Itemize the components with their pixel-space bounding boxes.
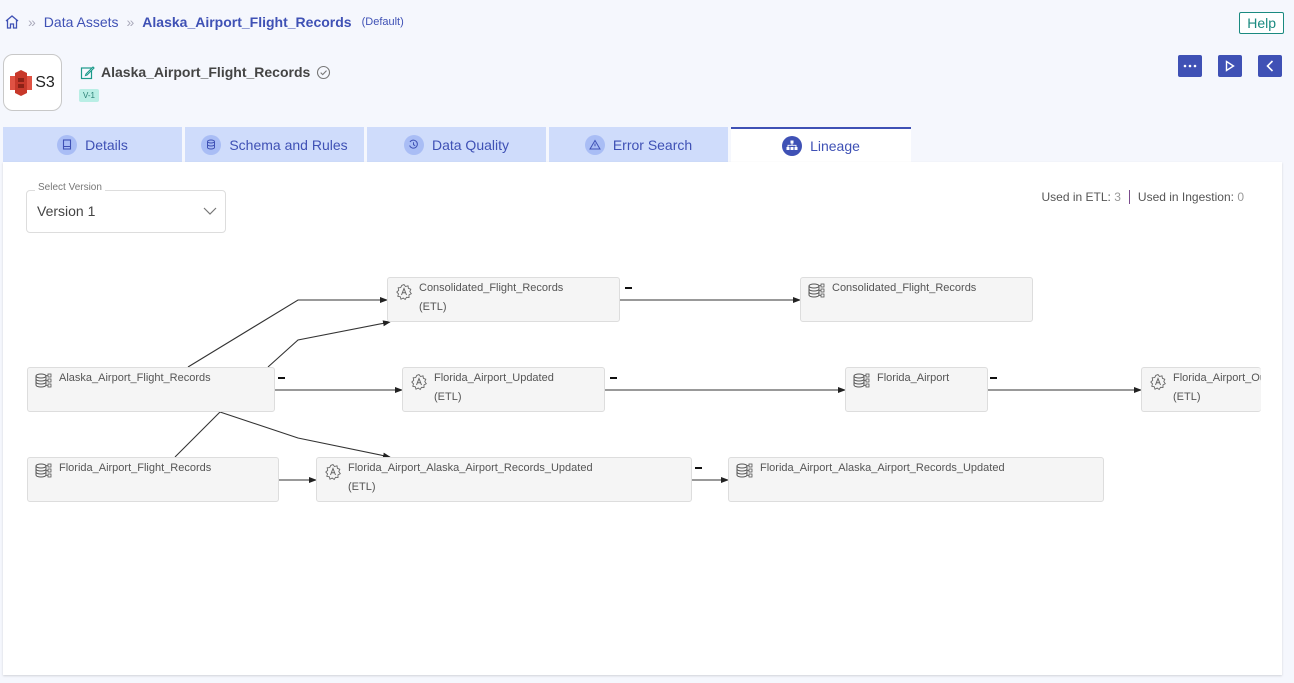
etl-gear-icon — [1149, 373, 1167, 394]
node-type: (ETL) — [1173, 391, 1201, 403]
etl-gear-icon — [395, 283, 413, 304]
verified-check-icon — [317, 65, 331, 79]
breadcrumb: » Data Assets » Alaska_Airport_Flight_Re… — [4, 11, 404, 33]
version-select-value: Version 1 — [37, 203, 96, 219]
tab-bar: Details Schema and Rules Data Quality Er… — [3, 127, 914, 162]
node-type: (ETL) — [348, 481, 376, 493]
tab-label: Details — [85, 136, 128, 153]
port-marker — [695, 467, 702, 469]
port-marker — [990, 377, 997, 379]
port-marker — [625, 287, 632, 289]
asset-logo: S3 — [3, 54, 62, 111]
lineage-panel: Alaska_Airport_Flight_Records Florida_Air… — [3, 162, 1282, 675]
breadcrumb-current: Alaska_Airport_Flight_Records — [142, 14, 352, 30]
default-tag: (Default) — [361, 16, 404, 28]
used-in-etl: Used in ETL: 3 — [1042, 190, 1121, 204]
tab-data-quality[interactable]: Data Quality — [367, 127, 546, 162]
dataset-icon — [808, 283, 827, 302]
node-type: (ETL) — [419, 301, 447, 313]
tab-label: Error Search — [612, 136, 693, 153]
warning-icon — [584, 134, 605, 155]
lineage-edges — [174, 297, 1142, 483]
version-badge: V-1 — [79, 89, 100, 102]
action-buttons — [1178, 55, 1282, 77]
port-marker — [278, 377, 285, 379]
used-in-ingestion: Used in Ingestion: 0 — [1138, 190, 1244, 204]
more-icon — [1183, 64, 1197, 68]
tab-label: Lineage — [810, 137, 860, 154]
etl-count: 3 — [1114, 190, 1121, 204]
tab-label: Schema and Rules — [229, 136, 348, 153]
ingestion-count: 0 — [1237, 190, 1244, 204]
tab-schema-and-rules[interactable]: Schema and Rules — [185, 127, 364, 162]
dataset-icon — [736, 463, 755, 482]
version-select-label: Select Version — [35, 182, 105, 193]
lineage-edge — [219, 411, 391, 459]
lineage-edge — [267, 320, 391, 368]
lineage-node-dataset[interactable]: Florida_Airport_Alaska_Airport_Records_U… — [728, 457, 1104, 502]
lineage-node-dataset[interactable]: Florida_Airport — [845, 367, 988, 412]
node-name: Alaska_Airport_Flight_Records — [59, 372, 211, 384]
play-icon — [1225, 60, 1235, 72]
more-options-button[interactable] — [1178, 55, 1202, 77]
tab-label: Data Quality — [431, 136, 510, 153]
lineage-node-dataset[interactable]: Florida_Airport_Flight_Records — [27, 457, 279, 502]
node-type: (ETL) — [434, 391, 462, 403]
tab-error-search[interactable]: Error Search — [549, 127, 728, 162]
run-button[interactable] — [1218, 55, 1242, 77]
usage-summary: Used in ETL: 3 Used in Ingestion: 0 — [1042, 190, 1244, 204]
breadcrumb-separator-icon: » — [126, 14, 135, 30]
document-icon — [57, 134, 78, 155]
lineage-node-etl[interactable]: Florida_Airport_Ou (ETL) — [1141, 367, 1261, 412]
dataset-icon — [35, 463, 54, 482]
hierarchy-icon — [782, 135, 803, 156]
divider — [1128, 190, 1130, 204]
lineage-node-etl[interactable]: Florida_Airport_Alaska_Airport_Records_U… — [316, 457, 692, 502]
asset-title-row: Alaska_Airport_Flight_Records — [80, 64, 331, 80]
lineage-node-dataset[interactable]: Alaska_Airport_Flight_Records — [27, 367, 275, 412]
dataset-icon — [853, 373, 872, 392]
node-name: Florida_Airport_Ou — [1173, 372, 1261, 384]
history-icon — [403, 134, 424, 155]
asset-title: Alaska_Airport_Flight_Records — [101, 64, 311, 80]
help-button[interactable]: Help — [1239, 12, 1284, 34]
node-name: Consolidated_Flight_Records — [419, 282, 564, 294]
lineage-node-etl[interactable]: Florida_Airport_Updated (ETL) — [402, 367, 605, 412]
s3-bucket-icon — [10, 69, 33, 96]
back-button[interactable] — [1258, 55, 1282, 77]
node-name: Florida_Airport_Flight_Records — [59, 462, 212, 474]
etl-label: Used in ETL: — [1041, 190, 1111, 204]
etl-gear-icon — [324, 463, 342, 484]
ingestion-label: Used in Ingestion: — [1137, 190, 1234, 204]
lineage-graph: Alaska_Airport_Flight_Records Florida_Air… — [3, 162, 1282, 675]
lineage-edge — [187, 297, 388, 368]
node-name: Consolidated_Flight_Records — [832, 282, 977, 294]
port-marker — [610, 377, 617, 379]
edit-icon[interactable] — [80, 65, 95, 80]
chevron-left-icon — [1266, 60, 1274, 72]
lineage-node-etl[interactable]: Consolidated_Flight_Records (ETL) — [387, 277, 620, 322]
database-icon — [201, 134, 222, 155]
chevron-down-icon — [203, 207, 217, 215]
home-icon[interactable] — [4, 14, 20, 30]
lineage-edge — [174, 411, 221, 458]
node-name: Florida_Airport — [877, 372, 950, 384]
node-name: Florida_Airport_Alaska_Airport_Records_U… — [760, 462, 1005, 474]
breadcrumb-data-assets[interactable]: Data Assets — [44, 14, 119, 30]
node-name: Florida_Airport_Updated — [434, 372, 554, 384]
version-select[interactable]: Select Version Version 1 — [26, 182, 226, 233]
breadcrumb-separator-icon: » — [28, 14, 36, 30]
tab-details[interactable]: Details — [3, 127, 182, 162]
tab-lineage[interactable]: Lineage — [731, 127, 911, 162]
dataset-icon — [35, 373, 54, 392]
logo-text: S3 — [35, 73, 55, 91]
etl-gear-icon — [410, 373, 428, 394]
node-name: Florida_Airport_Alaska_Airport_Records_U… — [348, 462, 593, 474]
lineage-node-dataset[interactable]: Consolidated_Flight_Records — [800, 277, 1033, 322]
